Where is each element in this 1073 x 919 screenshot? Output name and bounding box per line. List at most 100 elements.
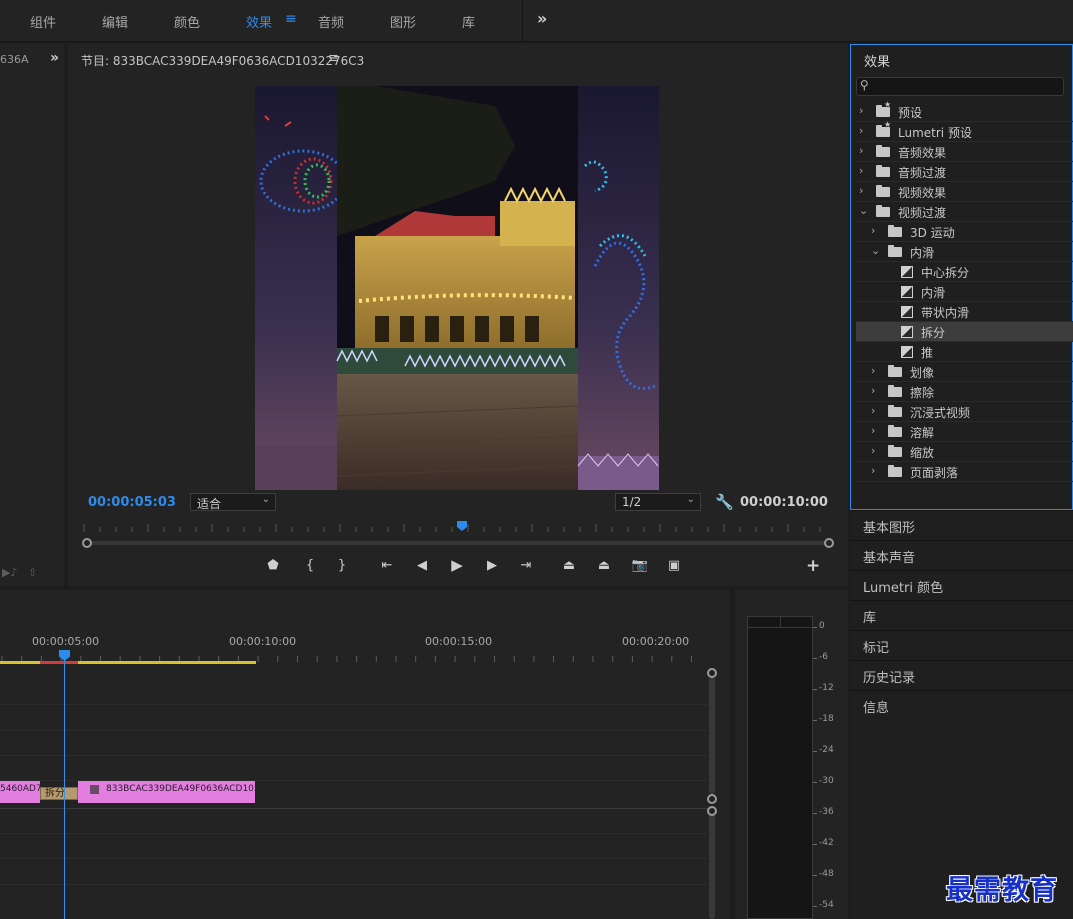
- effect-folder[interactable]: › 沉浸式视频: [856, 402, 1073, 422]
- wrench-icon[interactable]: 🔧: [715, 493, 734, 511]
- export-frame-icon[interactable]: 📷: [631, 558, 649, 573]
- timeline-vertical-scrollbar[interactable]: [707, 668, 717, 919]
- play-icon[interactable]: ▶: [448, 556, 466, 574]
- ruler-label: 00:00:20:00: [622, 635, 690, 648]
- chevron-right-icon[interactable]: ›: [871, 384, 875, 397]
- source-panel-title[interactable]: 636A: [0, 53, 29, 66]
- chevron-right-icon[interactable]: ›: [871, 424, 875, 437]
- db-tick: [813, 906, 817, 907]
- workspace-tab-audio[interactable]: 音频: [318, 12, 344, 31]
- effect-folder[interactable]: › 3D 运动: [856, 222, 1073, 242]
- scrollbar-handle[interactable]: [707, 668, 717, 678]
- work-area-bar[interactable]: [0, 661, 256, 664]
- current-timecode[interactable]: 00:00:05:03: [88, 495, 176, 510]
- scrollbar-track[interactable]: [709, 811, 715, 919]
- step-back-icon[interactable]: ◀: [413, 558, 431, 573]
- program-panel-title[interactable]: 节目: 833BCAC339DEA49F0636ACD1032276C3: [81, 52, 364, 69]
- chevron-right-icon[interactable]: ›: [859, 184, 863, 197]
- effect-item[interactable]: 拆分: [856, 322, 1073, 342]
- effect-folder[interactable]: › 擦除: [856, 382, 1073, 402]
- chevron-right-icon[interactable]: ›: [871, 364, 875, 377]
- effects-panel-title[interactable]: 效果: [864, 51, 890, 70]
- panel-essential-graphics[interactable]: 基本图形: [850, 510, 1073, 540]
- tree-item-label: 视频过渡: [898, 206, 947, 220]
- marker-icon[interactable]: ⬟: [264, 558, 282, 573]
- out-point-icon[interactable]: }: [333, 558, 351, 573]
- workspace-tab-libraries[interactable]: 库: [462, 12, 475, 31]
- export-icon[interactable]: ⇧: [28, 566, 37, 579]
- tree-item-label: 缩放: [910, 446, 935, 460]
- add-button-icon[interactable]: +: [806, 556, 820, 576]
- program-zoom-scrollbar[interactable]: [82, 538, 834, 548]
- fit-dropdown[interactable]: 适合 ⌄: [190, 493, 276, 511]
- chevron-right-icon[interactable]: ›: [871, 464, 875, 477]
- panel-lumetri-color[interactable]: Lumetri 颜色: [850, 570, 1073, 600]
- db-label: -54: [819, 900, 834, 910]
- panel-markers[interactable]: 标记: [850, 630, 1073, 660]
- topbar-divider: [522, 0, 523, 42]
- transition-clip[interactable]: 拆分: [40, 787, 78, 800]
- scrollbar-left-handle[interactable]: [82, 538, 92, 548]
- folder-icon: [876, 185, 890, 197]
- program-monitor-panel: 节目: 833BCAC339DEA49F0636ACD1032276C3 ≡ 0…: [68, 44, 848, 586]
- scrollbar-handle[interactable]: [707, 806, 717, 816]
- chevron-right-icon[interactable]: ›: [859, 104, 863, 117]
- effect-folder[interactable]: ⌄ 内滑: [856, 242, 1073, 262]
- tree-item-label: 溶解: [910, 426, 935, 440]
- resolution-dropdown[interactable]: 1/2 ⌄: [615, 493, 701, 511]
- scrollbar-track[interactable]: [709, 674, 715, 794]
- effect-folder[interactable]: › 缩放: [856, 442, 1073, 462]
- effect-folder[interactable]: › 音频效果: [856, 142, 1073, 162]
- extract-icon[interactable]: ⏏: [595, 558, 613, 573]
- effect-folder[interactable]: › 视频效果: [856, 182, 1073, 202]
- panel-overflow-icon[interactable]: »: [50, 50, 59, 66]
- effect-item[interactable]: 推: [856, 342, 1073, 362]
- go-to-out-icon[interactable]: ⇥: [517, 558, 535, 573]
- workspace-menu-icon[interactable]: ≡: [285, 11, 297, 27]
- chevron-down-icon[interactable]: ⌄: [871, 244, 880, 257]
- timeline-clip[interactable]: 5460AD7: [0, 781, 40, 803]
- timeline-clip[interactable]: 833BCAC339DEA49F0636ACD10322: [78, 781, 255, 803]
- effect-folder[interactable]: › 溶解: [856, 422, 1073, 442]
- folder-icon: [888, 365, 902, 377]
- go-to-in-icon[interactable]: ⇤: [378, 558, 396, 573]
- workspace-tab-graphics[interactable]: 图形: [390, 12, 416, 31]
- effect-folder[interactable]: › 页面剥落: [856, 462, 1073, 482]
- panel-label: 库: [863, 611, 877, 626]
- effect-folder[interactable]: › 预设: [856, 100, 1073, 122]
- in-point-icon[interactable]: {: [301, 558, 319, 573]
- lift-icon[interactable]: ⏏: [560, 558, 578, 573]
- panel-libraries[interactable]: 库: [850, 600, 1073, 630]
- workspace-tab-effects[interactable]: 效果: [246, 12, 272, 31]
- step-forward-icon[interactable]: ▶: [483, 558, 501, 573]
- scrollbar-track[interactable]: [88, 541, 828, 545]
- chevron-right-icon[interactable]: ›: [871, 404, 875, 417]
- insert-icon[interactable]: ▶♪: [2, 566, 17, 579]
- chevron-right-icon[interactable]: ›: [859, 164, 863, 177]
- workspace-tab-color[interactable]: 颜色: [174, 12, 200, 31]
- program-time-ruler[interactable]: [82, 522, 830, 534]
- effect-item[interactable]: 中心拆分: [856, 262, 1073, 282]
- chevron-down-icon[interactable]: ⌄: [859, 204, 868, 217]
- effects-search-input[interactable]: ⚲: [856, 77, 1064, 96]
- chevron-right-icon[interactable]: ›: [859, 144, 863, 157]
- panel-history[interactable]: 历史记录: [850, 660, 1073, 690]
- effect-folder[interactable]: ⌄ 视频过渡: [856, 202, 1073, 222]
- effect-folder[interactable]: › 划像: [856, 362, 1073, 382]
- scrollbar-handle[interactable]: [707, 794, 717, 804]
- effect-folder[interactable]: › Lumetri 预设: [856, 120, 1073, 142]
- effect-item[interactable]: 带状内滑: [856, 302, 1073, 322]
- compare-icon[interactable]: ▣: [665, 558, 683, 573]
- effect-folder[interactable]: › 音频过渡: [856, 162, 1073, 182]
- workspace-tab-assembly[interactable]: 组件: [30, 12, 56, 31]
- chevron-right-icon[interactable]: ›: [859, 124, 863, 137]
- chevron-right-icon[interactable]: ›: [871, 444, 875, 457]
- panel-essential-sound[interactable]: 基本声音: [850, 540, 1073, 570]
- tree-item-label: 音频过渡: [898, 166, 947, 180]
- panel-menu-icon[interactable]: ≡: [328, 51, 339, 66]
- chevron-right-icon[interactable]: ›: [871, 224, 875, 237]
- scrollbar-right-handle[interactable]: [824, 538, 834, 548]
- workspace-overflow-icon[interactable]: »: [537, 9, 547, 28]
- workspace-tab-editing[interactable]: 编辑: [102, 12, 128, 31]
- effect-item[interactable]: 内滑: [856, 282, 1073, 302]
